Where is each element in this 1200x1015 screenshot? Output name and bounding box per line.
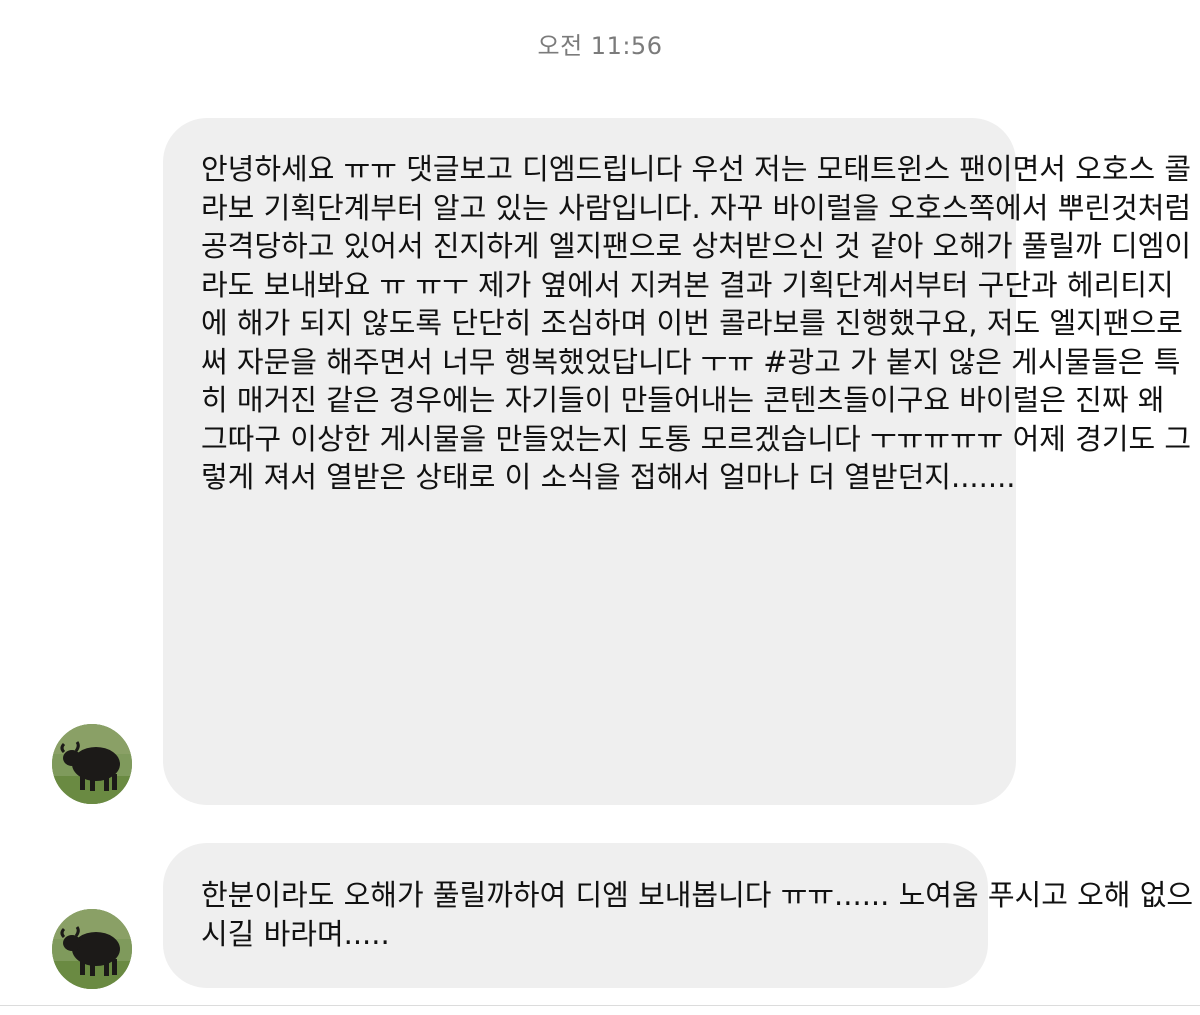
- message-timestamp: 오전 11:56: [537, 32, 663, 60]
- message-line: 한분이라도 오해가 풀릴까하여 디엠 보내봅니다 ㅠㅠ......: [201, 878, 890, 912]
- message-line: ㅠㅜ 제가 옆에서 지켜본 결과 기획단계서부터 구단과: [415, 267, 1058, 302]
- yak-photo-icon: [52, 724, 132, 804]
- yak-photo-icon: [52, 909, 132, 989]
- message-text: 안녕하세요 ㅠㅠ 댓글보고 디엠드립니다 우선 저는 모태트윈스 팬이면서 오호…: [201, 150, 1200, 497]
- dm-conversation-screen: 오전 11:56 안녕하세요 ㅠㅠ 댓글보고 디엠드립니다 우선 저는 모태트윈…: [0, 0, 1200, 1015]
- sender-avatar[interactable]: [52, 724, 132, 804]
- message-text: 한분이라도 오해가 풀릴까하여 디엠 보내봅니다 ㅠㅠ...... 노여움 푸시…: [201, 876, 1200, 953]
- sender-avatar[interactable]: [52, 909, 132, 989]
- bottom-divider: [0, 1005, 1200, 1006]
- message-line: 안녕하세요 ㅠㅠ 댓글보고 디엠드립니다: [201, 152, 683, 186]
- message-line: 콜라보를 진행했구요,: [719, 306, 978, 340]
- message-line: 상태로 이 소식을 접해서 얼마나 더 열받던지.......: [415, 460, 1016, 494]
- message-line: 경우에는 자기들이 만들어내는 콘텐츠들이구요 바이럴은: [388, 383, 1066, 417]
- message-line: 알고 있는 사람입니다. 자꾸 바이럴을 오호스쪽에서: [432, 190, 1049, 225]
